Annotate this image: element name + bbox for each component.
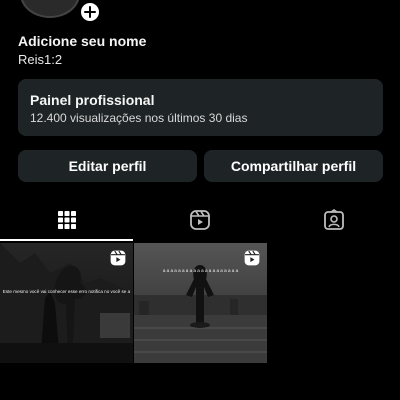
professional-panel[interactable]: Painel profissional 12.400 visualizações… [18,79,383,136]
reels-icon [244,250,260,266]
grid-icon [57,211,76,229]
tagged-icon [323,209,344,230]
professional-panel-title: Painel profissional [30,92,155,108]
avatar[interactable] [20,0,80,18]
reel-badge [109,249,127,272]
professional-panel-subtitle: 12.400 visualizações nos últimos 30 dias [30,111,248,125]
plus-icon [84,6,96,18]
active-tab-indicator [0,239,133,241]
tab-posts[interactable] [0,200,133,240]
share-profile-button[interactable]: Compartilhar perfil [204,150,383,182]
profile-username: Reis1:2 [18,52,63,67]
edit-profile-button[interactable]: Editar perfil [18,150,197,182]
reel-badge [243,249,261,272]
reels-icon [110,250,126,266]
post-caption-overlay: Este mesmo você vai conhecer esse erro n… [2,289,131,294]
post-thumbnail[interactable]: Este mesmo você vai conhecer esse erro n… [0,243,133,363]
profile-tabs [0,200,400,242]
tab-tagged[interactable] [267,200,400,240]
tab-reels[interactable] [133,200,266,240]
add-story-button[interactable] [78,0,102,24]
post-thumbnail[interactable]: a a a a a a a a a a a a a a a a a a a a [134,243,267,363]
profile-name[interactable]: Adicione seu nome [18,33,146,49]
posts-grid: Este mesmo você vai conhecer esse erro n… [0,243,400,363]
reels-icon [189,210,210,230]
